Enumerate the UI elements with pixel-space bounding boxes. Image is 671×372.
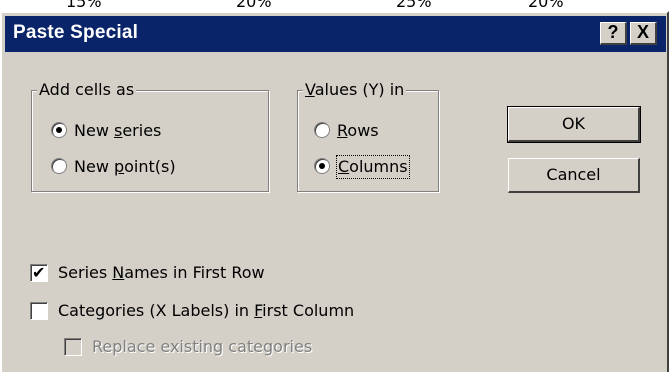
- background-text: 20%: [236, 0, 272, 11]
- radio-button[interactable]: [51, 158, 67, 174]
- title-bar[interactable]: Paste Special ? X: [5, 16, 666, 52]
- radio-button-selected[interactable]: [314, 158, 330, 174]
- add-cells-group: Add cells as New series New point(s): [31, 80, 269, 192]
- accel-key: F: [254, 301, 263, 320]
- radio-label-rest: ows: [347, 121, 379, 140]
- radio-label-rest: eries: [122, 121, 162, 140]
- checkbox[interactable]: ✔: [30, 263, 48, 282]
- radio-label-rest: oint(s): [124, 157, 176, 176]
- background-text: 15%: [66, 0, 102, 11]
- radio-label: New: [74, 157, 114, 176]
- close-button[interactable]: X: [630, 22, 657, 45]
- help-button[interactable]: ?: [600, 22, 627, 45]
- radio-button-selected[interactable]: [51, 122, 67, 138]
- accel-key: p: [113, 157, 125, 176]
- checkbox[interactable]: [30, 302, 48, 320]
- background-text: 25%: [396, 0, 432, 11]
- accel-key: N: [112, 263, 125, 282]
- add-cells-group-label: Add cells as: [37, 80, 137, 99]
- radio-button[interactable]: [314, 122, 330, 138]
- radio-dot-icon: [319, 163, 325, 169]
- close-icon: X: [636, 22, 649, 42]
- checkbox-disabled: [64, 338, 82, 356]
- radio-dot-icon: [56, 127, 62, 133]
- help-icon: ?: [607, 22, 619, 42]
- accel-key: C: [338, 157, 350, 176]
- values-in-group-label: Values (Y) in: [303, 80, 407, 99]
- checkbox-label-disabled: Replace existing categories: [92, 337, 313, 356]
- cancel-button[interactable]: Cancel: [508, 158, 640, 193]
- paste-special-dialog: Paste Special ? X Add cells as New serie…: [0, 11, 669, 372]
- background-text: 20%: [528, 0, 564, 11]
- dialog-title: Paste Special: [13, 22, 139, 43]
- ok-button[interactable]: OK: [507, 106, 641, 143]
- radio-label-rest: olumns: [349, 157, 408, 176]
- radio-label: New: [74, 121, 114, 140]
- values-in-group: Values (Y) in Rows Columns: [297, 80, 439, 192]
- checkmark-icon: ✔: [32, 263, 46, 282]
- accel-key: R: [337, 121, 348, 140]
